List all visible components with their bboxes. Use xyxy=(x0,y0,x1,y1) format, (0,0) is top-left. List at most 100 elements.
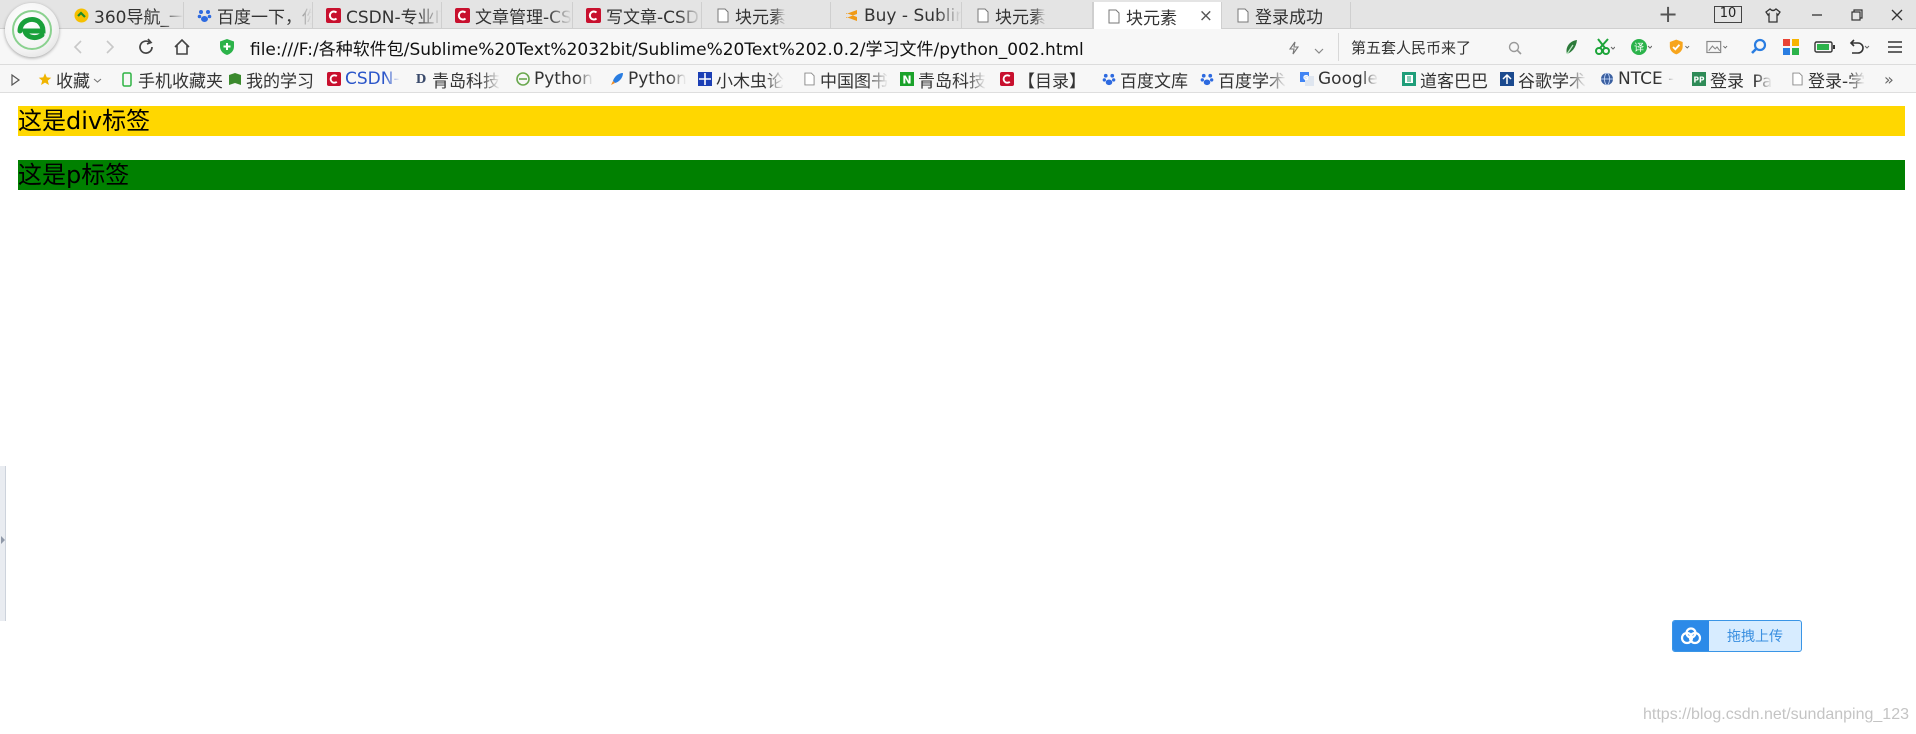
bookmark-google[interactable]: G Google xyxy=(1300,69,1388,89)
close-window-button[interactable] xyxy=(1882,2,1912,28)
google-translate-icon: G xyxy=(1300,72,1314,86)
bookmark-label: 【目录】 xyxy=(1018,71,1086,90)
tab-csdn[interactable]: CSDN-专业IT xyxy=(314,2,442,29)
tab-label: 写文章-CSDN xyxy=(606,8,701,28)
bookmarks-more-button[interactable]: » xyxy=(1884,69,1894,89)
browser-window: 360导航_一个 百度一下，你 CSDN-专业IT 文章管理-CSD 写文章-C… xyxy=(0,0,1916,734)
security-shield-icon xyxy=(220,39,234,55)
bookmark-csdn[interactable]: CSDN- xyxy=(327,69,403,89)
url-text[interactable]: file:///F:/各种软件包/Sublime%20Text%2032bit/… xyxy=(250,35,1084,60)
bookmark-google-scholar[interactable]: 谷歌学术 xyxy=(1500,69,1592,89)
bookmark-label: NTCE - xyxy=(1618,69,1675,89)
minimize-button[interactable] xyxy=(1802,2,1832,28)
bookmark-login-study[interactable]: 登录-学 xyxy=(1790,69,1870,89)
bookmark-china-books[interactable]: 中国图书 xyxy=(802,69,888,89)
bookmark-label: 道客巴巴 xyxy=(1420,71,1488,90)
home-button[interactable] xyxy=(170,35,194,59)
search-input[interactable]: 第五套人民币来了 xyxy=(1351,37,1471,58)
forward-button[interactable] xyxy=(98,35,122,59)
bookmark-catalog[interactable]: 【目录】 xyxy=(1000,69,1094,89)
pp-icon: PP xyxy=(1692,72,1706,86)
shield-icon[interactable] xyxy=(1668,37,1690,57)
new-tab-button[interactable]: + xyxy=(1654,2,1682,28)
bookmark-label: 收藏 xyxy=(56,71,90,90)
tab-baidu[interactable]: 百度一下，你 xyxy=(185,2,313,29)
rocket-icon xyxy=(610,72,624,86)
drag-upload-button[interactable]: 拖拽上传 xyxy=(1672,620,1802,652)
svg-text:译: 译 xyxy=(1634,42,1644,54)
bookmark-label: 我的学习 xyxy=(246,71,314,90)
tab-close-button[interactable]: × xyxy=(1199,6,1213,26)
translate-icon[interactable]: 译 xyxy=(1630,37,1652,57)
tab-block-element-active[interactable]: 块元素 × xyxy=(1093,2,1222,30)
csdn-icon xyxy=(1000,72,1014,86)
back-button[interactable] xyxy=(66,35,90,59)
skin-shirt-icon[interactable] xyxy=(1758,2,1788,28)
zoom-search-icon[interactable] xyxy=(1748,37,1770,57)
bookmark-label: 中国图书 xyxy=(820,71,888,90)
bookmark-label: CSDN- xyxy=(345,69,400,89)
sidebar-toggle-icon[interactable] xyxy=(10,70,22,90)
refresh-button[interactable] xyxy=(134,35,158,59)
bookmark-label: Python xyxy=(628,69,686,89)
csdn-icon xyxy=(327,72,341,86)
grid-icon xyxy=(698,72,712,86)
browser-logo-icon[interactable] xyxy=(5,3,59,57)
bookmark-label: 百度文库 xyxy=(1120,71,1188,90)
bookmark-qust-2[interactable]: N 青岛科技 xyxy=(900,69,992,89)
bookmark-my-study[interactable]: 我的学习 xyxy=(228,69,320,89)
upload-label: 拖拽上传 xyxy=(1727,629,1783,645)
tab-label: 登录成功 xyxy=(1255,8,1323,28)
restore-button[interactable] xyxy=(1842,2,1872,28)
bookmark-muchong[interactable]: 小木虫论 xyxy=(698,69,790,89)
address-bar[interactable]: file:///F:/各种软件包/Sublime%20Text%2032bit/… xyxy=(218,33,1326,61)
menu-icon[interactable] xyxy=(1884,37,1906,57)
search-box[interactable]: 第五套人民币来了 xyxy=(1338,33,1536,61)
battery-icon[interactable] xyxy=(1814,37,1836,57)
leaf-icon[interactable] xyxy=(1560,37,1582,57)
svg-text:PP: PP xyxy=(1694,76,1705,85)
bookmark-login-pa[interactable]: PP 登录_Pa xyxy=(1692,69,1774,89)
demo-div-block: 这是div标签 xyxy=(18,106,1905,136)
tab-block-element-1[interactable]: 块元素 xyxy=(703,2,831,29)
tab-360-nav[interactable]: 360导航_一个 xyxy=(62,2,184,29)
bookmark-qust-1[interactable]: D 青岛科技 xyxy=(414,69,506,90)
bookmark-ntce[interactable]: NTCE - xyxy=(1600,69,1680,89)
page-icon xyxy=(975,8,990,23)
bookmark-doc88[interactable]: 道客巴巴 xyxy=(1402,69,1494,89)
sidebar-edge-handle[interactable] xyxy=(0,466,6,621)
bookmark-label: 青岛科技 xyxy=(918,71,986,90)
lightning-icon[interactable] xyxy=(1288,41,1304,58)
chevron-down-icon[interactable] xyxy=(1314,44,1324,58)
tab-block-element-2[interactable]: 块元素 xyxy=(963,2,1093,29)
tab-label: CSDN-专业IT xyxy=(346,8,441,28)
bookmark-mobile-favorites[interactable]: 手机收藏夹 xyxy=(120,69,224,89)
doc88-icon xyxy=(1402,72,1416,86)
bookmark-baidu-scholar[interactable]: 百度学术 xyxy=(1200,69,1292,89)
tab-count-badge[interactable]: 10 xyxy=(1714,6,1742,23)
toolbar: file:///F:/各种软件包/Sublime%20Text%2032bit/… xyxy=(0,29,1916,65)
svg-text:G: G xyxy=(1303,74,1309,82)
watermark-text: https://blog.csdn.net/sundanping_123 xyxy=(1643,706,1909,723)
tab-article-manage[interactable]: 文章管理-CSD xyxy=(443,2,573,29)
bookmark-python-1[interactable]: Python xyxy=(516,69,596,89)
baidu-paw-icon xyxy=(197,8,212,23)
search-icon[interactable] xyxy=(1508,40,1522,59)
tab-label: 块元素 xyxy=(1126,8,1177,29)
tab-login-success[interactable]: 登录成功 xyxy=(1223,2,1351,29)
scissors-icon[interactable] xyxy=(1594,37,1616,57)
page-icon xyxy=(802,72,816,86)
image-icon[interactable] xyxy=(1706,37,1728,57)
d-icon: D xyxy=(415,72,427,86)
tab-buy-sublime[interactable]: Buy - Sublim xyxy=(832,2,962,29)
bookmark-python-2[interactable]: Python xyxy=(610,69,686,89)
bookmark-favorites[interactable]: 收藏 xyxy=(38,69,114,89)
tab-write-article[interactable]: 写文章-CSDN xyxy=(574,2,702,29)
bookmark-baidu-wenku[interactable]: 百度文库 xyxy=(1102,69,1194,89)
page-icon xyxy=(715,8,730,23)
page-icon xyxy=(1235,8,1250,23)
undo-icon[interactable] xyxy=(1848,37,1870,57)
bookmark-label: 青岛科技 xyxy=(432,71,500,90)
apps-icon[interactable] xyxy=(1780,37,1802,57)
tab-label: 文章管理-CSD xyxy=(475,8,572,28)
